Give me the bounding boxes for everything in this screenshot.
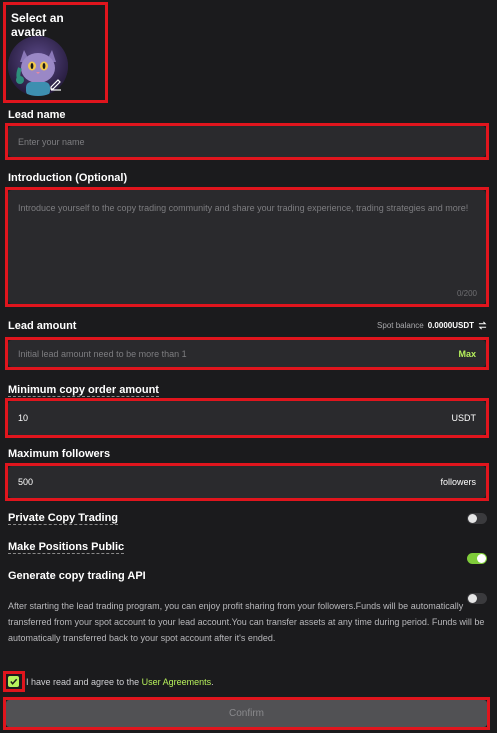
lead-name-label: Lead name xyxy=(8,109,66,121)
user-agreements-link[interactable]: User Agreements xyxy=(142,677,212,687)
toggle-knob xyxy=(477,554,486,563)
check-icon xyxy=(10,678,18,685)
max-followers-field: followers xyxy=(8,466,486,498)
info-text: After starting the lead trading program,… xyxy=(8,601,485,643)
agreement-label: I have read and agree to the xyxy=(26,677,140,687)
lead-name-field xyxy=(8,126,486,157)
spot-balance-value: 0.0000USDT xyxy=(427,321,474,330)
agree-checkbox[interactable] xyxy=(8,676,19,687)
confirm-button[interactable]: Confirm xyxy=(6,700,487,727)
max-followers-input[interactable] xyxy=(18,477,441,487)
lead-name-input[interactable] xyxy=(18,136,476,147)
lead-amount-input[interactable] xyxy=(18,348,459,359)
positions-public-label-text: Make Positions Public xyxy=(8,541,125,554)
introduction-label: Introduction (Optional) xyxy=(8,172,128,184)
max-followers-unit: followers xyxy=(440,477,476,487)
max-followers-label: Maximum followers xyxy=(8,448,111,460)
toggle-knob xyxy=(468,514,477,523)
spot-balance: Spot balance 0.0000USDT xyxy=(377,321,487,330)
min-copy-input[interactable] xyxy=(18,413,452,423)
agreement-suffix: . xyxy=(211,677,214,687)
private-copy-toggle[interactable] xyxy=(467,513,487,524)
positions-public-toggle[interactable] xyxy=(467,553,487,564)
introduction-counter: 0/200 xyxy=(456,289,477,298)
copy-api-label: Generate copy trading API xyxy=(8,570,146,582)
positions-public-label: Make Positions Public xyxy=(8,541,125,554)
private-copy-label: Private Copy Trading xyxy=(8,512,119,525)
transfer-icon[interactable] xyxy=(478,321,487,330)
min-copy-unit: USDT xyxy=(451,413,477,423)
introduction-field: 0/200 xyxy=(8,190,486,304)
spot-balance-label: Spot balance xyxy=(377,321,424,330)
lead-amount-label: Lead amount xyxy=(8,320,77,332)
edit-avatar-icon[interactable] xyxy=(49,77,63,91)
min-copy-field: USDT xyxy=(8,401,486,435)
agreement-text: I have read and agree to the User Agreem… xyxy=(26,677,214,687)
introduction-input[interactable] xyxy=(18,202,476,292)
min-copy-label-text: Minimum copy order amount xyxy=(8,384,159,397)
private-copy-label-text: Private Copy Trading xyxy=(8,512,119,525)
max-button[interactable]: Max xyxy=(458,349,476,359)
min-copy-label: Minimum copy order amount xyxy=(8,384,159,397)
lead-amount-field: Max xyxy=(8,340,486,367)
avatar-title: Select an avatar xyxy=(11,11,64,39)
